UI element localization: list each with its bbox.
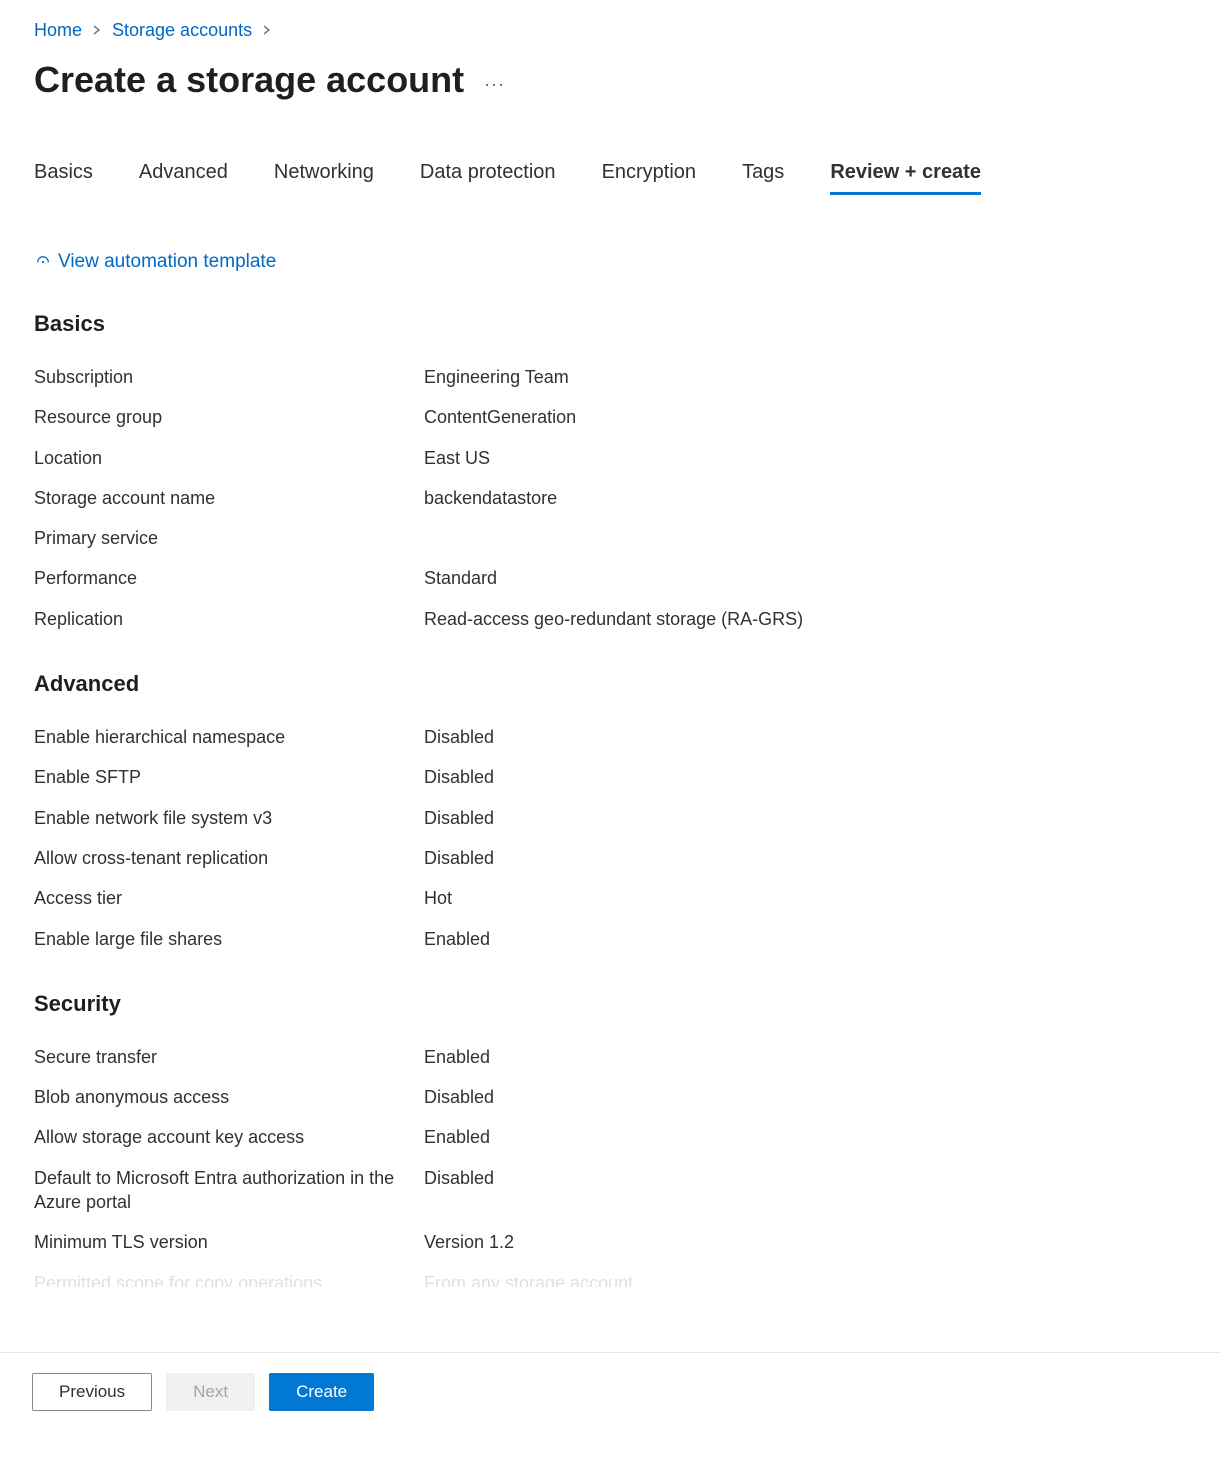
- more-actions-icon[interactable]: ···: [484, 66, 505, 95]
- label-nfs-v3: Enable network file system v3: [34, 806, 424, 830]
- label-location: Location: [34, 446, 424, 470]
- label-large-file-shares: Enable large file shares: [34, 927, 424, 951]
- tab-networking[interactable]: Networking: [274, 161, 374, 195]
- label-allow-key-access: Allow storage account key access: [34, 1125, 424, 1149]
- template-icon: [34, 253, 52, 271]
- chevron-right-icon: [92, 22, 102, 40]
- label-hierarchical-namespace: Enable hierarchical namespace: [34, 725, 424, 749]
- section-heading-basics: Basics: [34, 311, 1186, 337]
- page-title: Create a storage account: [34, 59, 464, 101]
- label-storage-account-name: Storage account name: [34, 486, 424, 510]
- breadcrumb-storage-accounts[interactable]: Storage accounts: [112, 20, 252, 41]
- tab-basics[interactable]: Basics: [34, 161, 93, 195]
- security-list: Secure transfer Enabled Blob anonymous a…: [34, 1045, 1186, 1287]
- label-default-entra-auth: Default to Microsoft Entra authorization…: [34, 1166, 424, 1215]
- row-cross-tenant-replication: Allow cross-tenant replication Disabled: [34, 846, 1186, 870]
- create-button[interactable]: Create: [269, 1373, 374, 1411]
- value-access-tier: Hot: [424, 886, 452, 910]
- section-heading-security: Security: [34, 991, 1186, 1017]
- value-nfs-v3: Disabled: [424, 806, 494, 830]
- advanced-list: Enable hierarchical namespace Disabled E…: [34, 725, 1186, 951]
- tab-tags[interactable]: Tags: [742, 161, 784, 195]
- row-nfs-v3: Enable network file system v3 Disabled: [34, 806, 1186, 830]
- value-location: East US: [424, 446, 490, 470]
- breadcrumb-home[interactable]: Home: [34, 20, 82, 41]
- label-performance: Performance: [34, 566, 424, 590]
- view-automation-template-link[interactable]: View automation template: [34, 251, 276, 273]
- row-resource-group: Resource group ContentGeneration: [34, 405, 1186, 429]
- value-secure-transfer: Enabled: [424, 1045, 490, 1069]
- row-storage-account-name: Storage account name backendatastore: [34, 486, 1186, 510]
- tab-review-create[interactable]: Review + create: [830, 161, 981, 195]
- label-cross-tenant-replication: Allow cross-tenant replication: [34, 846, 424, 870]
- row-default-entra-auth: Default to Microsoft Entra authorization…: [34, 1166, 1186, 1215]
- tab-encryption[interactable]: Encryption: [602, 161, 697, 195]
- row-hierarchical-namespace: Enable hierarchical namespace Disabled: [34, 725, 1186, 749]
- label-permitted-copy-scope: Permitted scope for copy operations: [34, 1271, 424, 1287]
- label-subscription: Subscription: [34, 365, 424, 389]
- value-large-file-shares: Enabled: [424, 927, 490, 951]
- row-primary-service: Primary service: [34, 526, 1186, 550]
- section-heading-advanced: Advanced: [34, 671, 1186, 697]
- automation-link-label: View automation template: [58, 251, 276, 273]
- row-large-file-shares: Enable large file shares Enabled: [34, 927, 1186, 951]
- value-replication: Read-access geo-redundant storage (RA-GR…: [424, 607, 803, 631]
- previous-button[interactable]: Previous: [32, 1373, 152, 1411]
- value-sftp: Disabled: [424, 765, 494, 789]
- value-min-tls: Version 1.2: [424, 1230, 514, 1254]
- label-blob-anonymous-access: Blob anonymous access: [34, 1085, 424, 1109]
- value-allow-key-access: Enabled: [424, 1125, 490, 1149]
- row-blob-anonymous-access: Blob anonymous access Disabled: [34, 1085, 1186, 1109]
- value-resource-group: ContentGeneration: [424, 405, 576, 429]
- label-secure-transfer: Secure transfer: [34, 1045, 424, 1069]
- value-default-entra-auth: Disabled: [424, 1166, 494, 1190]
- row-replication: Replication Read-access geo-redundant st…: [34, 607, 1186, 631]
- row-access-tier: Access tier Hot: [34, 886, 1186, 910]
- row-min-tls: Minimum TLS version Version 1.2: [34, 1230, 1186, 1254]
- label-min-tls: Minimum TLS version: [34, 1230, 424, 1254]
- basics-list: Subscription Engineering Team Resource g…: [34, 365, 1186, 631]
- label-access-tier: Access tier: [34, 886, 424, 910]
- next-button: Next: [166, 1373, 255, 1411]
- label-primary-service: Primary service: [34, 526, 424, 550]
- value-storage-account-name: backendatastore: [424, 486, 557, 510]
- label-sftp: Enable SFTP: [34, 765, 424, 789]
- tab-data-protection[interactable]: Data protection: [420, 161, 556, 195]
- row-performance: Performance Standard: [34, 566, 1186, 590]
- label-replication: Replication: [34, 607, 424, 631]
- tab-advanced[interactable]: Advanced: [139, 161, 228, 195]
- value-permitted-copy-scope: From any storage account: [424, 1271, 633, 1287]
- value-hierarchical-namespace: Disabled: [424, 725, 494, 749]
- value-cross-tenant-replication: Disabled: [424, 846, 494, 870]
- chevron-right-icon: [262, 22, 272, 40]
- row-secure-transfer: Secure transfer Enabled: [34, 1045, 1186, 1069]
- row-location: Location East US: [34, 446, 1186, 470]
- breadcrumb: Home Storage accounts: [34, 20, 1186, 41]
- value-performance: Standard: [424, 566, 497, 590]
- row-subscription: Subscription Engineering Team: [34, 365, 1186, 389]
- wizard-footer: Previous Next Create: [0, 1352, 1220, 1430]
- row-permitted-copy-scope: Permitted scope for copy operations From…: [34, 1271, 1186, 1287]
- row-sftp: Enable SFTP Disabled: [34, 765, 1186, 789]
- value-blob-anonymous-access: Disabled: [424, 1085, 494, 1109]
- value-subscription: Engineering Team: [424, 365, 569, 389]
- tabs: Basics Advanced Networking Data protecti…: [34, 161, 1186, 195]
- row-allow-key-access: Allow storage account key access Enabled: [34, 1125, 1186, 1149]
- label-resource-group: Resource group: [34, 405, 424, 429]
